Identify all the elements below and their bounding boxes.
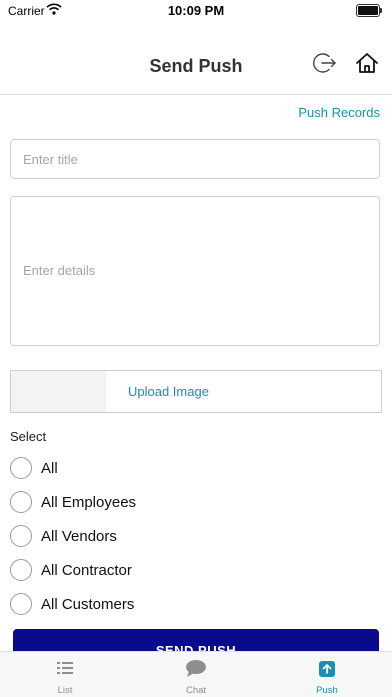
upload-image-button[interactable]: Upload Image	[106, 371, 381, 412]
radio-option-all[interactable]: All	[10, 456, 58, 480]
details-input[interactable]	[10, 196, 380, 346]
image-preview	[11, 371, 106, 412]
radio-label: All Employees	[41, 493, 137, 511]
radio-label: All Contractor	[41, 561, 132, 579]
radio-option-all-contractor[interactable]: All Contractor	[10, 558, 132, 582]
push-records-link[interactable]: Push Records	[298, 105, 380, 120]
navigation-bar: Send Push	[0, 36, 392, 95]
chat-icon	[186, 660, 206, 677]
tab-bar: List Chat Push	[0, 651, 392, 697]
radio-option-all-customers[interactable]: All Customers	[10, 592, 134, 616]
logout-icon[interactable]	[312, 50, 338, 76]
radio-circle[interactable]	[10, 593, 32, 615]
list-icon	[57, 662, 73, 674]
radio-option-all-vendors[interactable]: All Vendors	[10, 524, 117, 548]
home-icon[interactable]	[354, 50, 380, 76]
radio-label: All	[41, 459, 58, 477]
radio-circle[interactable]	[10, 491, 32, 513]
tab-label: Push	[316, 685, 338, 696]
radio-circle[interactable]	[10, 525, 32, 547]
tab-list[interactable]: List	[0, 652, 130, 697]
select-label: Select	[10, 429, 47, 444]
tab-label: List	[57, 685, 73, 696]
battery-icon	[356, 4, 382, 17]
tab-label: Chat	[185, 685, 207, 696]
radio-circle[interactable]	[10, 457, 32, 479]
radio-option-all-employees[interactable]: All Employees	[10, 490, 136, 514]
image-upload-area: Upload Image	[10, 370, 382, 413]
push-icon	[319, 661, 335, 677]
status-bar: Carrier 10:09 PM	[0, 0, 392, 22]
title-input[interactable]	[10, 139, 380, 179]
radio-label: All Customers	[41, 595, 135, 613]
tab-push[interactable]: Push	[262, 652, 392, 697]
tab-chat[interactable]: Chat	[131, 652, 261, 697]
radio-label: All Vendors	[41, 527, 117, 545]
status-time: 10:09 PM	[167, 3, 225, 18]
radio-circle[interactable]	[10, 559, 32, 581]
